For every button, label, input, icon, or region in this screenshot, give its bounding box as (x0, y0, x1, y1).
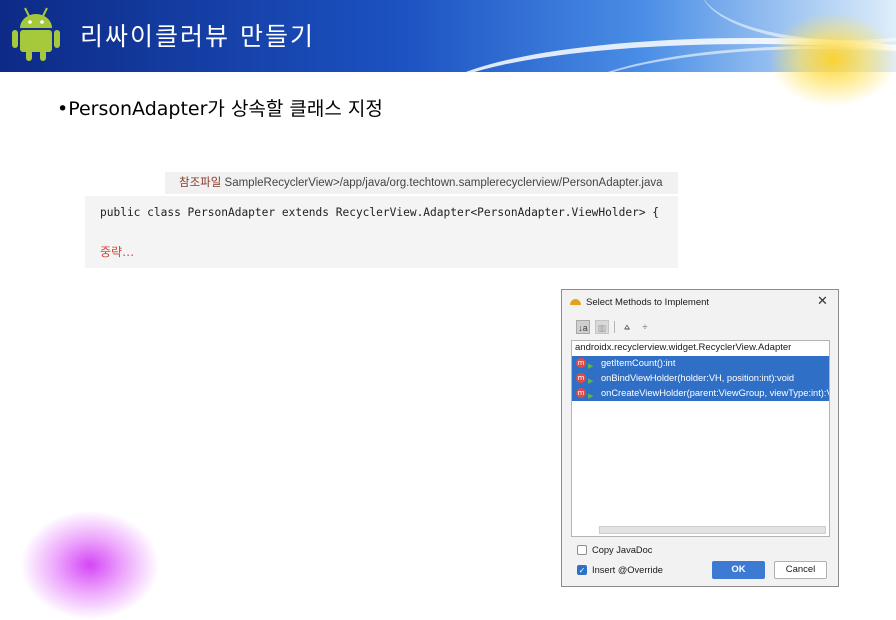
method-icon: m (576, 373, 586, 383)
toolbar-divider (614, 321, 615, 333)
list-item[interactable]: m ▶ onBindViewHolder(holder:VH, position… (572, 371, 829, 386)
insert-override-label[interactable]: Insert @Override (592, 565, 663, 575)
slide-header: 리싸이클러뷰 만들기 (0, 0, 896, 72)
close-icon[interactable]: ✕ (817, 293, 828, 309)
decorative-glow (768, 12, 896, 107)
collapse-all-button[interactable]: ÷ (638, 320, 652, 334)
select-methods-dialog: Select Methods to Implement ✕ ↓a ▥ ⩠ ÷ a… (561, 289, 839, 587)
slide-title: 리싸이클러뷰 만들기 (80, 22, 315, 51)
class-node[interactable]: androidx.recyclerview.widget.RecyclerVie… (575, 342, 791, 353)
method-label: onBindViewHolder(holder:VH, position:int… (601, 373, 795, 383)
code-line: public class PersonAdapter extends Recyc… (100, 206, 660, 219)
list-item[interactable]: m ▶ getItemCount():int (572, 356, 829, 371)
copy-javadoc-label[interactable]: Copy JavaDoc (592, 545, 652, 555)
code-omitted-note: 중략… (100, 245, 135, 259)
cancel-button[interactable]: Cancel (774, 561, 827, 579)
reference-file-bar: 참조파일 SampleRecyclerView>/app/java/org.te… (165, 172, 678, 194)
android-logo-icon (12, 7, 60, 61)
public-icon: ▶ (588, 393, 594, 400)
dialog-title: Select Methods to Implement (586, 297, 710, 308)
method-label: getItemCount():int (601, 358, 676, 368)
decorative-glow (20, 510, 160, 620)
code-block: public class PersonAdapter extends Recyc… (85, 196, 678, 268)
horizontal-scrollbar[interactable] (599, 526, 826, 534)
reference-label: 참조파일 (179, 177, 222, 189)
expand-all-button[interactable]: ⩠ (620, 320, 634, 334)
copy-javadoc-checkbox[interactable] (577, 545, 587, 555)
insert-override-checkbox[interactable]: ✓ (577, 565, 587, 575)
method-icon: m (576, 358, 586, 368)
methods-list[interactable]: androidx.recyclerview.widget.RecyclerVie… (571, 340, 830, 537)
method-label: onCreateViewHolder(parent:ViewGroup, vie… (601, 388, 830, 398)
android-studio-icon (570, 299, 581, 305)
show-tree-button[interactable]: ▥ (595, 320, 609, 334)
reference-path: SampleRecyclerView>/app/java/org.techtow… (224, 177, 663, 189)
bullet-text: •PersonAdapter가 상속할 클래스 지정 (57, 98, 383, 120)
method-icon: m (576, 388, 586, 398)
sort-alphabetically-button[interactable]: ↓a (576, 320, 590, 334)
ok-button[interactable]: OK (712, 561, 765, 579)
list-item[interactable]: m ▶ onCreateViewHolder(parent:ViewGroup,… (572, 386, 830, 401)
